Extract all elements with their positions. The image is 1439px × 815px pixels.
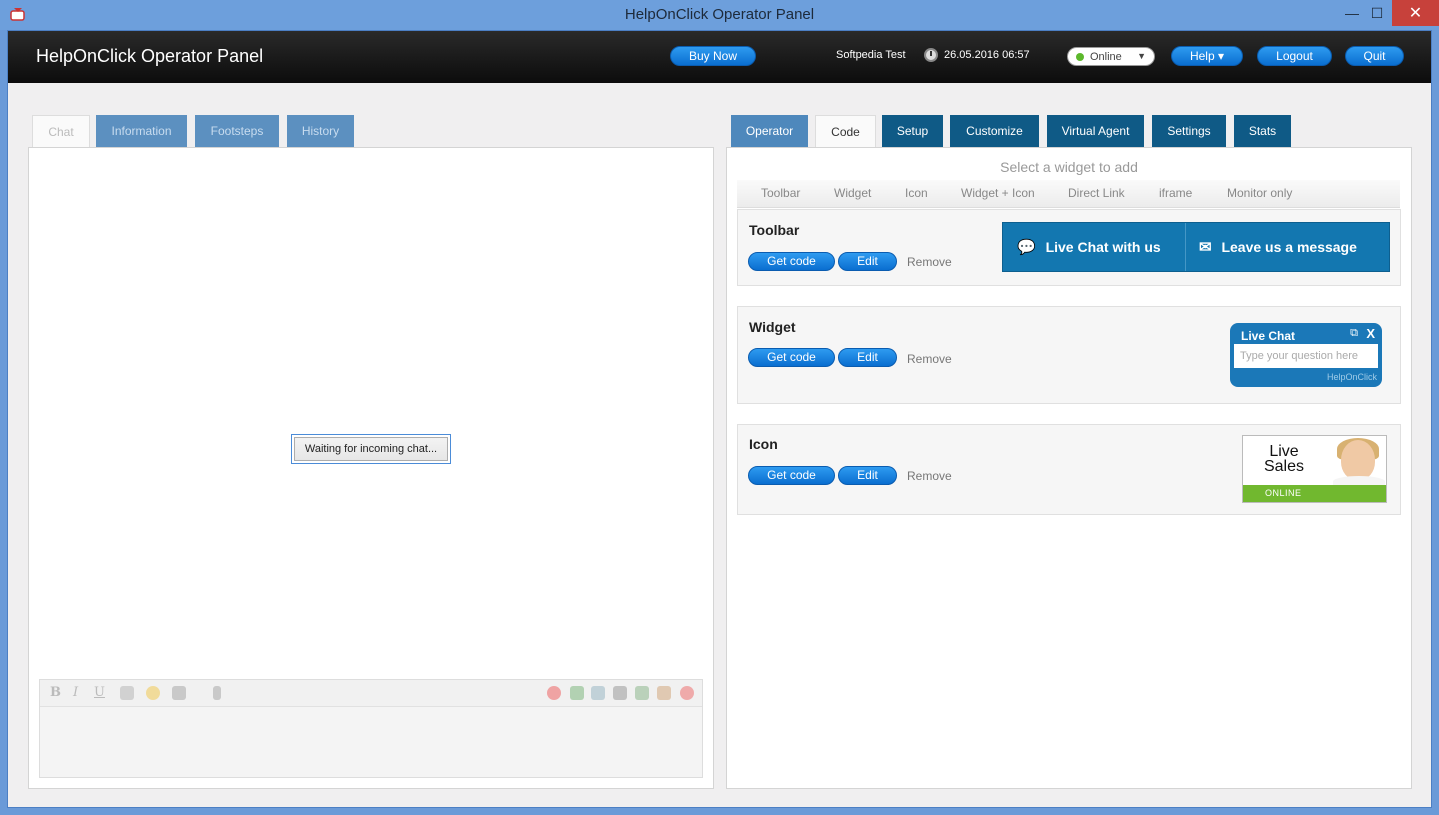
widget-preview-title: Live Chat [1241, 329, 1296, 343]
widget-card: Widget Get code Edit Remove Live Chat ⧉ … [737, 306, 1401, 404]
transfer-icon[interactable] [570, 686, 584, 700]
widget-remove-link[interactable]: Remove [907, 352, 952, 366]
nav-icon[interactable]: Icon [905, 186, 928, 200]
icon-preview-status: ONLINE [1243, 485, 1386, 502]
underline-button[interactable]: U [94, 685, 105, 700]
widget-preview-brand: HelpOnClick [1326, 372, 1377, 382]
widget-type-nav: Toolbar Widget Icon Widget + Icon Direct… [737, 180, 1400, 208]
bold-button[interactable]: B [50, 685, 61, 700]
popout-icon: ⧉ [1350, 327, 1358, 339]
toolbar-preview: 💬 Live Chat with us ✉ Leave us a message [1002, 222, 1390, 272]
toolbar-edit-button[interactable]: Edit [838, 252, 897, 271]
email-icon[interactable] [591, 686, 605, 700]
close-icon: X [1366, 326, 1375, 341]
widget-edit-button[interactable]: Edit [838, 348, 897, 367]
ban-icon[interactable] [680, 686, 694, 700]
tab-setup[interactable]: Setup [882, 115, 943, 147]
waiting-text: Waiting for incoming chat... [294, 437, 448, 461]
icon-remove-link[interactable]: Remove [907, 469, 952, 483]
nav-widget[interactable]: Widget [834, 186, 871, 200]
italic-button[interactable]: I [73, 685, 78, 700]
leave-message-preview: ✉ Leave us a message [1199, 223, 1357, 271]
end-chat-icon[interactable] [547, 686, 561, 700]
undo-icon[interactable] [120, 686, 134, 700]
canned-response-icon[interactable] [172, 686, 186, 700]
icon-card-title: Icon [749, 436, 778, 452]
widget-get-code-button[interactable]: Get code [748, 348, 835, 367]
tab-information[interactable]: Information [96, 115, 187, 147]
close-window-button[interactable]: ✕ [1392, 0, 1439, 26]
maximize-button[interactable]: ☐ [1362, 0, 1392, 26]
datetime: 26.05.2016 06:57 [944, 49, 1030, 61]
app-frame: HelpOnClick Operator Panel Buy Now Softp… [7, 30, 1432, 808]
invite-operator-icon[interactable] [635, 686, 649, 700]
header-bar: HelpOnClick Operator Panel Buy Now Softp… [8, 31, 1431, 83]
icon-preview: Live Sales ONLINE [1242, 435, 1387, 503]
block-user-icon[interactable] [657, 686, 671, 700]
nav-toolbar[interactable]: Toolbar [761, 186, 800, 200]
app-brand: HelpOnClick Operator Panel [36, 46, 264, 66]
tab-settings[interactable]: Settings [1152, 115, 1226, 147]
tab-customize[interactable]: Customize [950, 115, 1039, 147]
widget-card-title: Widget [749, 319, 796, 335]
smiley-icon[interactable] [146, 686, 160, 700]
tab-operator[interactable]: Operator [731, 115, 808, 147]
logout-button[interactable]: Logout [1257, 46, 1332, 66]
buy-now-button[interactable]: Buy Now [670, 46, 756, 66]
toolbar-get-code-button[interactable]: Get code [748, 252, 835, 271]
select-widget-title: Select a widget to add [1000, 159, 1138, 175]
nav-widget-icon[interactable]: Widget + Icon [961, 186, 1035, 200]
clock-icon [924, 48, 938, 62]
icon-preview-line1: Live [1269, 443, 1299, 460]
chat-editor[interactable]: B I U [39, 679, 703, 778]
toolbar-card-title: Toolbar [749, 222, 800, 238]
quit-button[interactable]: Quit [1345, 46, 1404, 66]
attach-icon[interactable] [213, 686, 221, 700]
tab-history[interactable]: History [287, 115, 354, 147]
nav-monitor-only[interactable]: Monitor only [1227, 186, 1292, 200]
waiting-indicator: Waiting for incoming chat... [291, 434, 451, 464]
leave-message-label: Leave us a message [1221, 239, 1357, 255]
code-panel: Select a widget to add Toolbar Widget Ic… [726, 147, 1412, 789]
tab-stats[interactable]: Stats [1234, 115, 1291, 147]
icon-get-code-button[interactable]: Get code [748, 466, 835, 485]
icon-preview-line2: Sales [1263, 458, 1305, 475]
help-button[interactable]: Help ▾ [1171, 46, 1243, 66]
widget-preview: Live Chat ⧉ X Type your question here He… [1230, 323, 1382, 387]
status-select[interactable]: Online ▼ [1067, 47, 1155, 66]
envelope-icon: ✉ [1199, 239, 1212, 256]
widget-preview-input: Type your question here [1234, 344, 1378, 368]
tab-virtual-agent[interactable]: Virtual Agent [1047, 115, 1144, 147]
live-chat-preview: 💬 Live Chat with us [1017, 223, 1161, 271]
agent-avatar [1341, 440, 1375, 480]
editor-toolbar: B I U [40, 680, 702, 707]
toolbar-card: Toolbar Get code Edit Remove 💬 Live Chat… [737, 209, 1401, 286]
icon-card: Icon Get code Edit Remove Live Sales ONL… [737, 424, 1401, 515]
window-title-bar: HelpOnClick Operator Panel — ☐ ✕ [0, 0, 1439, 30]
print-icon[interactable] [613, 686, 627, 700]
chat-panel: Waiting for incoming chat... B I U [28, 147, 714, 789]
toolbar-remove-link[interactable]: Remove [907, 255, 952, 269]
tab-footsteps[interactable]: Footsteps [195, 115, 279, 147]
window-title: HelpOnClick Operator Panel [624, 6, 815, 23]
tab-code[interactable]: Code [815, 115, 876, 147]
nav-direct-link[interactable]: Direct Link [1068, 186, 1125, 200]
operator-name: Softpedia Test [836, 49, 906, 61]
icon-preview-text: Live Sales [1253, 443, 1315, 475]
tab-chat[interactable]: Chat [32, 115, 90, 147]
icon-edit-button[interactable]: Edit [838, 466, 897, 485]
chevron-down-icon: ▼ [1137, 51, 1146, 61]
live-chat-label: Live Chat with us [1045, 239, 1161, 255]
toolbar-divider [1185, 223, 1186, 271]
online-dot-icon [1076, 53, 1084, 61]
status-label: Online [1090, 51, 1122, 63]
chat-bubble-icon: 💬 [1017, 239, 1036, 256]
nav-iframe[interactable]: iframe [1159, 186, 1192, 200]
